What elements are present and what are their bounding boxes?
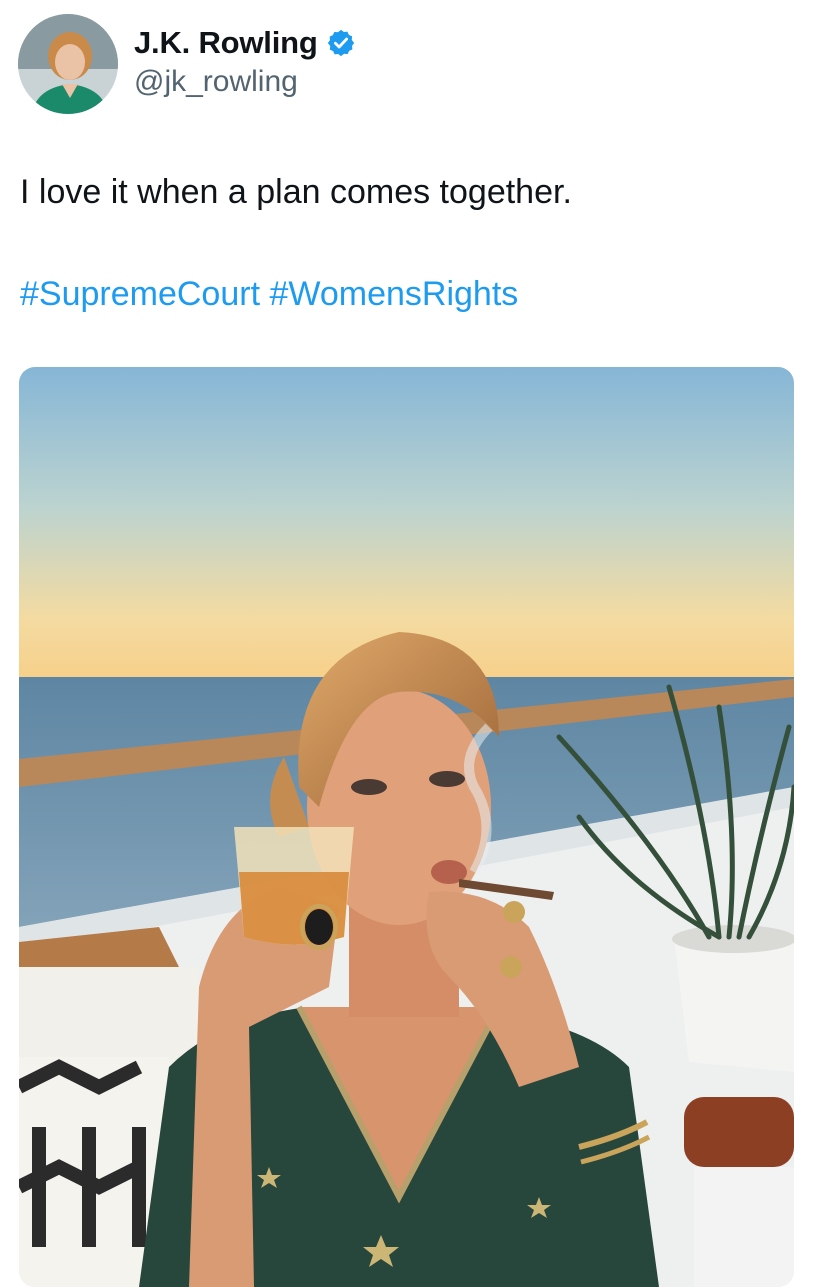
hashtag-row: #SupremeCourt #WomensRights <box>20 272 518 316</box>
hashtag-supreme-court[interactable]: #SupremeCourt <box>20 275 260 313</box>
hashtag-womens-rights[interactable]: #WomensRights <box>269 275 518 313</box>
author-block: J.K. Rowling @jk_rowling <box>134 25 356 99</box>
verified-badge-icon <box>327 29 354 57</box>
avatar[interactable] <box>18 14 118 114</box>
tweet-text: I love it when a plan comes together. <box>20 173 572 211</box>
author-handle[interactable]: @jk_rowling <box>134 65 356 99</box>
author-display-name[interactable]: J.K. Rowling <box>134 25 318 61</box>
tweet-photo[interactable] <box>19 367 794 1287</box>
name-row: J.K. Rowling <box>134 25 356 61</box>
tweet-header: J.K. Rowling @jk_rowling <box>18 14 356 114</box>
